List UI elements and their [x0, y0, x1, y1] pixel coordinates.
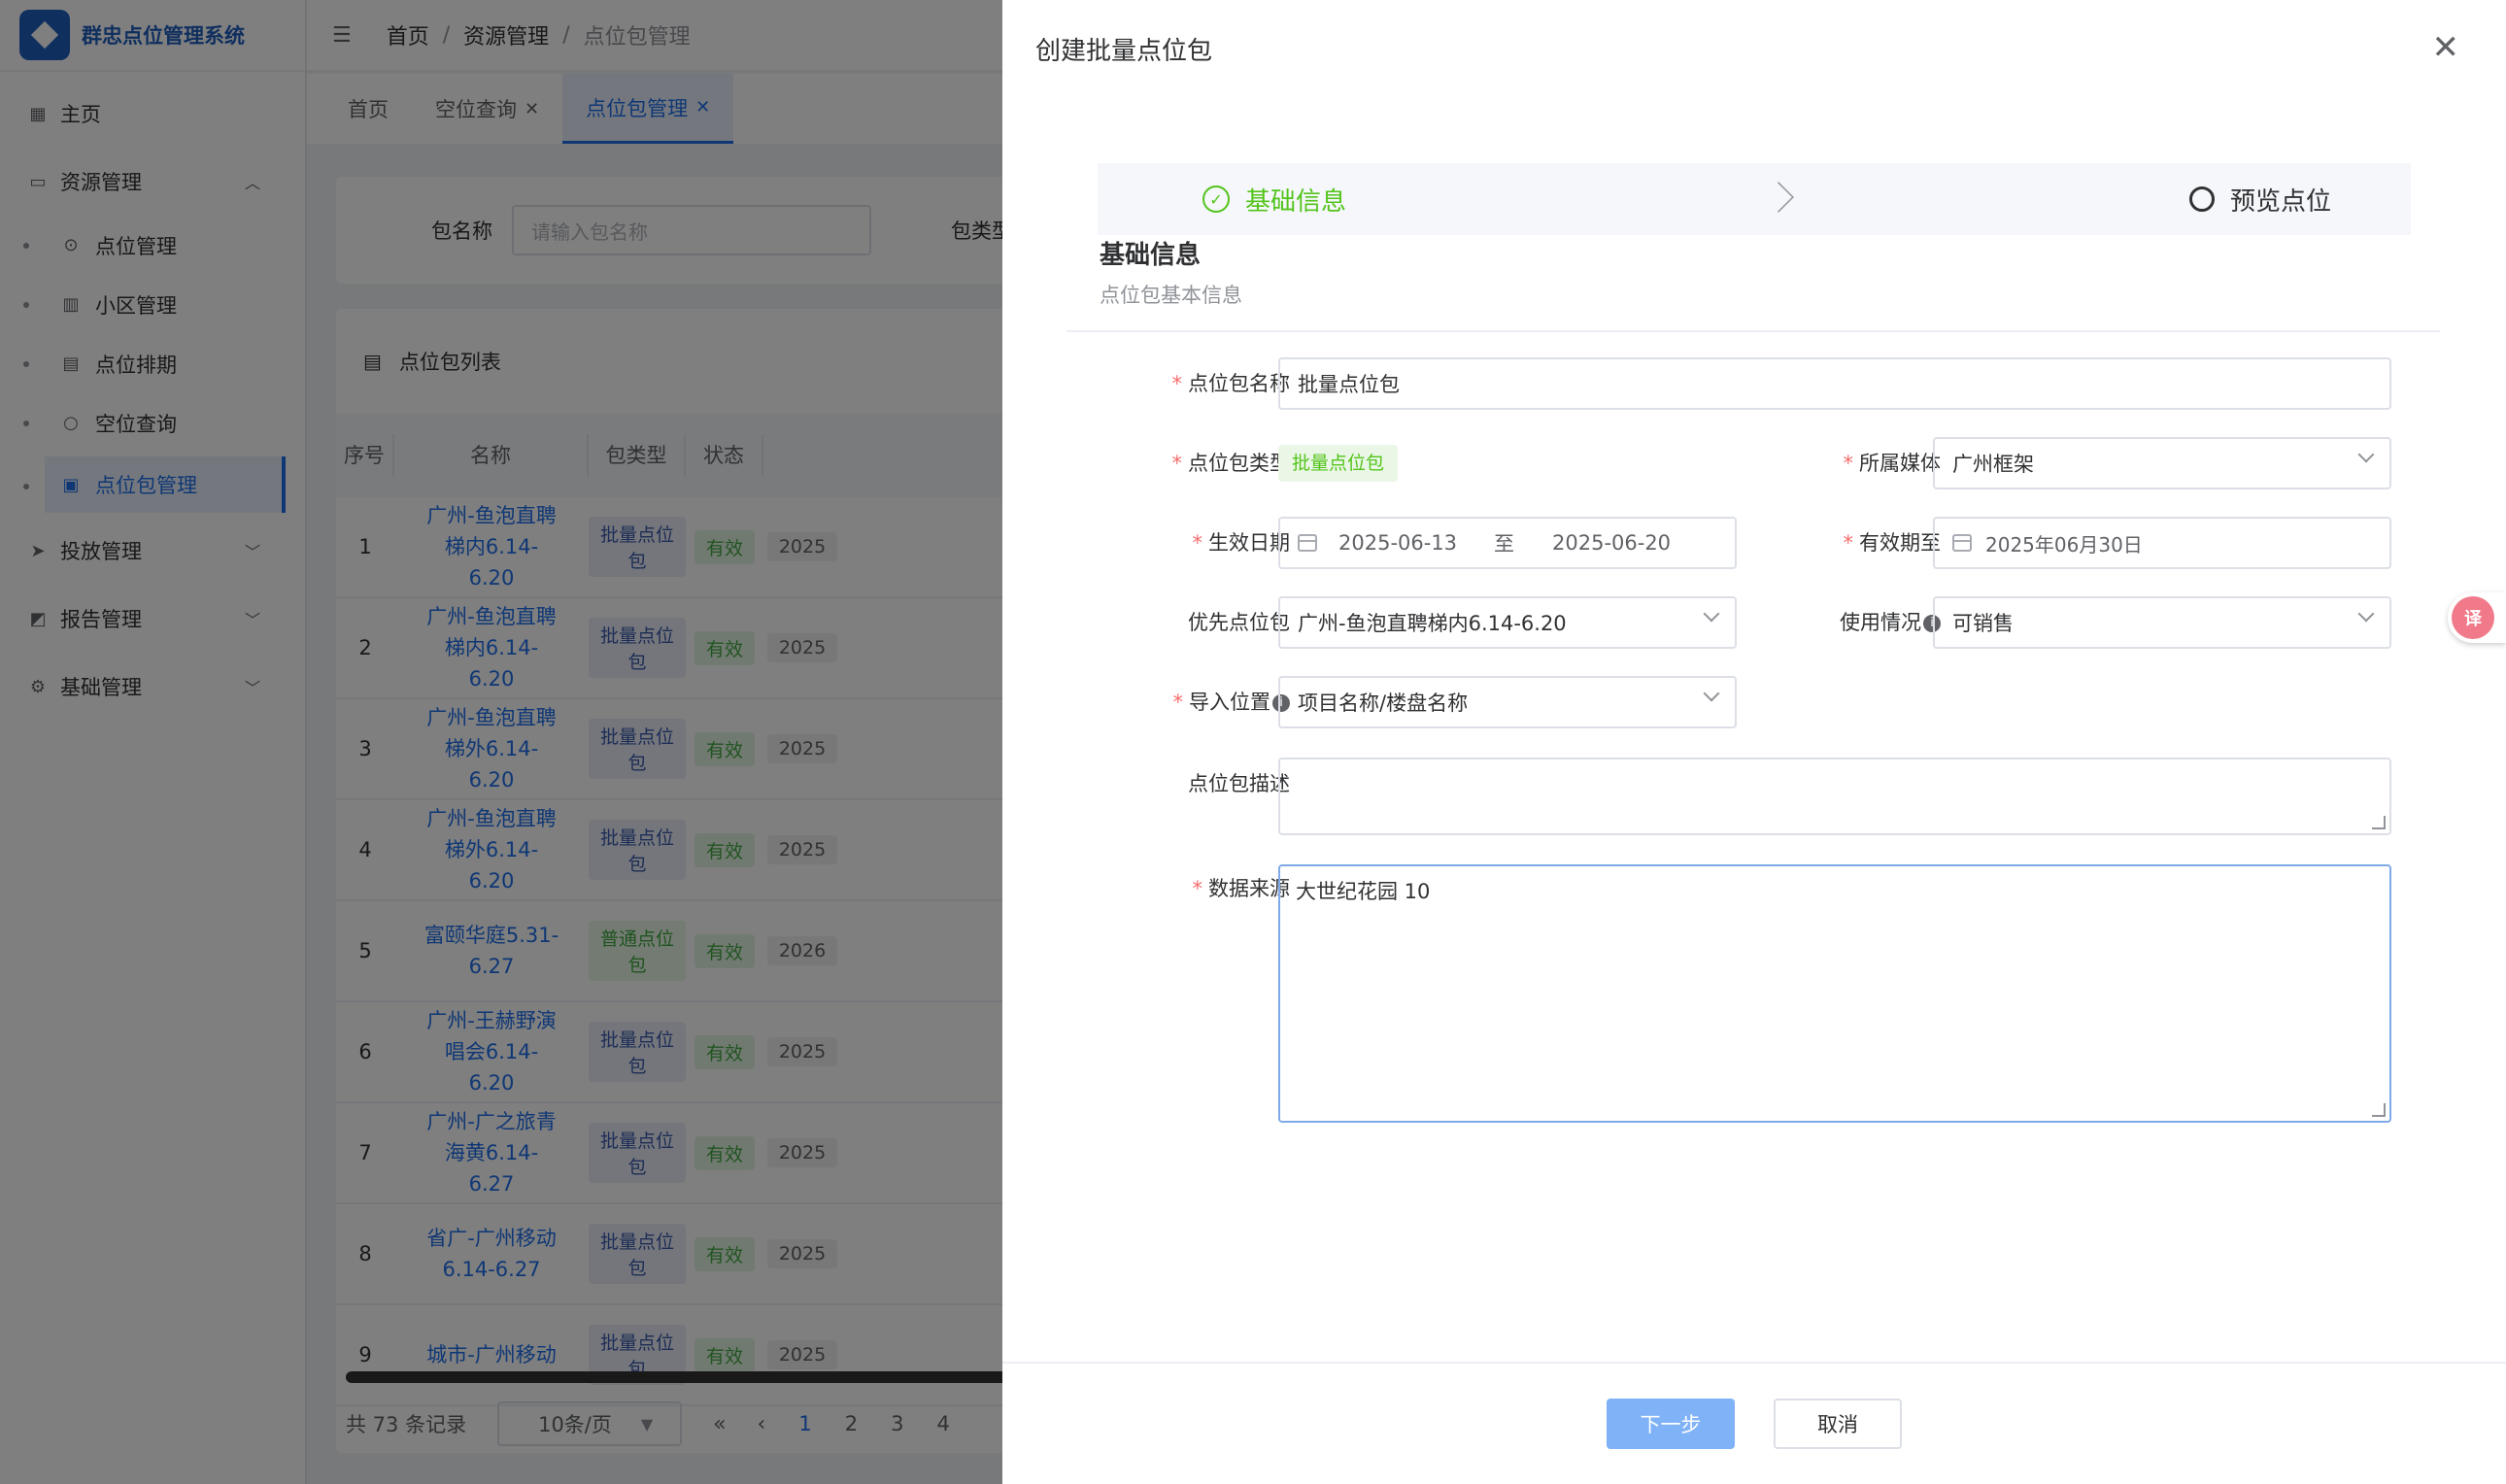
step-preview[interactable]: 预览点位	[2189, 163, 2331, 235]
translate-icon: 译	[2452, 596, 2494, 639]
circle-icon	[2189, 186, 2215, 212]
chevron-down-icon	[2357, 446, 2375, 463]
priority-package-select[interactable]: 广州-鱼泡直聘梯内6.14-6.20	[1278, 596, 1737, 649]
close-icon[interactable]: ✕	[2432, 31, 2460, 64]
package-type-tag: 批量点位包	[1278, 445, 1399, 482]
next-step-button[interactable]: 下一步	[1607, 1399, 1735, 1449]
source-label: * 数据来源	[1192, 877, 1291, 900]
chevron-down-icon	[1703, 685, 1720, 702]
footer-divider	[1002, 1362, 2506, 1364]
divider	[1067, 330, 2440, 332]
usage-select[interactable]: 可销售	[1933, 596, 2391, 649]
translate-float-button[interactable]: 译	[2448, 592, 2506, 643]
section-title: 基础信息	[1100, 241, 1202, 270]
steps: ✓ 基础信息 预览点位	[1098, 163, 2411, 235]
chevron-down-icon	[1703, 605, 1720, 623]
chevron-down-icon	[2357, 605, 2375, 623]
drawer-title: 创建批量点位包	[1035, 37, 1213, 66]
data-source-textarea[interactable]: 大世纪花园 10	[1278, 864, 2391, 1123]
media-label: * 所属媒体	[1843, 452, 1942, 475]
date-range-picker[interactable]: 2025-06-13 至 2025-06-20	[1278, 517, 1737, 569]
valid-label: * 有效期至	[1843, 531, 1942, 555]
usage-label: 使用情况 i	[1746, 596, 1941, 649]
check-circle-icon: ✓	[1202, 186, 1230, 213]
cancel-button[interactable]: 取消	[1774, 1399, 1902, 1449]
calendar-icon	[1298, 534, 1317, 552]
media-select[interactable]: 广州框架	[1933, 437, 2391, 489]
package-name-field[interactable]: 批量点位包	[1278, 357, 2391, 410]
calendar-icon	[1952, 534, 1972, 552]
type-label: * 点位包类型	[1171, 452, 1291, 475]
section-subtitle: 点位包基本信息	[1100, 284, 1242, 307]
date-label: * 生效日期	[1192, 531, 1291, 555]
import-label: * 导入位置 i	[1096, 676, 1290, 728]
step-basic-info[interactable]: ✓ 基础信息	[1202, 163, 1346, 235]
description-textarea[interactable]	[1278, 758, 2391, 835]
chevron-right-icon	[1763, 182, 1794, 213]
priority-label: 优先点位包	[1188, 611, 1290, 634]
desc-label: 点位包描述	[1188, 772, 1290, 795]
valid-until-picker[interactable]: 2025年06月30日	[1933, 517, 2391, 569]
create-package-drawer: 创建批量点位包 ✕ ✓ 基础信息 预览点位 基础信息 点位包基本信息 * 点位包名…	[1002, 0, 2506, 1484]
resize-handle[interactable]	[2372, 1103, 2386, 1117]
import-position-select[interactable]: 项目名称/楼盘名称	[1278, 676, 1737, 728]
resize-handle[interactable]	[2372, 816, 2386, 829]
name-label: * 点位包名称	[1171, 372, 1291, 395]
